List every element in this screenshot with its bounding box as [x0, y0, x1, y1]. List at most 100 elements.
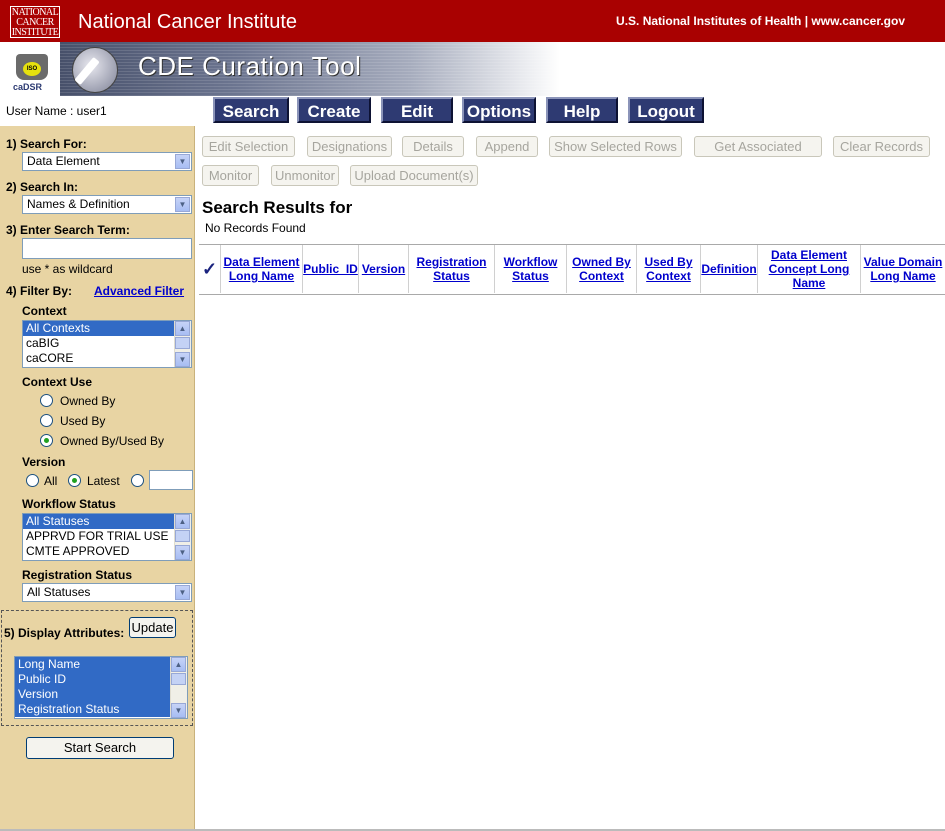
results-table: ✓ Data Element Long Name Public_ID Versi… — [199, 244, 945, 295]
unmonitor-button[interactable]: Unmonitor — [271, 165, 339, 186]
used-by-radio[interactable] — [40, 414, 53, 427]
list-item[interactable]: Long Name — [15, 657, 187, 672]
nci-logo[interactable]: NATIONAL CANCER INSTITUTE — [10, 6, 60, 38]
scroll-down-icon[interactable]: ▼ — [175, 352, 190, 367]
list-item[interactable]: caCORE — [23, 351, 191, 366]
workflow-status-label: Workflow Status — [22, 497, 116, 511]
search-in-label: 2) Search In: — [6, 180, 79, 194]
search-for-label: 1) Search For: — [6, 137, 87, 151]
scroll-up-icon[interactable]: ▲ — [171, 657, 186, 672]
upload-documents-button[interactable]: Upload Document(s) — [350, 165, 478, 186]
search-term-input[interactable] — [22, 238, 192, 259]
search-for-select[interactable]: Data Element ▼ — [22, 152, 192, 171]
menu-options-button[interactable]: Options — [462, 97, 536, 123]
scrollbar[interactable]: ▲ ▼ — [170, 657, 187, 718]
version-custom-radio[interactable] — [131, 474, 144, 487]
column-header[interactable]: Data Element Concept Long Name — [758, 245, 861, 293]
results-title: Search Results for — [202, 198, 353, 217]
context-listbox[interactable]: All Contexts caBIG caCORE ▲ ▼ — [22, 320, 192, 368]
scroll-down-icon[interactable]: ▼ — [175, 545, 190, 560]
owned-used-by-radio[interactable] — [40, 434, 53, 447]
iso-badge: ISO — [23, 62, 41, 76]
app-banner: ISO caDSR CDE Curation Tool — [0, 42, 945, 96]
cadsr-logo[interactable]: ISO caDSR — [8, 44, 58, 94]
column-header[interactable]: Value Domain Long Name — [861, 245, 945, 293]
nci-header: NATIONAL CANCER INSTITUTE National Cance… — [0, 0, 945, 42]
column-header[interactable]: Used By Context — [637, 245, 701, 293]
column-header[interactable]: Workflow Status — [495, 245, 567, 293]
column-header[interactable]: Definition — [701, 245, 758, 293]
details-button[interactable]: Details — [402, 136, 464, 157]
start-search-button[interactable]: Start Search — [26, 737, 174, 759]
designations-button[interactable]: Designations — [307, 136, 392, 157]
menu-create-button[interactable]: Create — [297, 97, 371, 123]
version-input[interactable] — [149, 470, 193, 490]
list-item[interactable]: CMTE APPROVED — [23, 544, 191, 559]
list-item[interactable]: APPRVD FOR TRIAL USE — [23, 529, 191, 544]
owned-used-by-label: Owned By/Used By — [60, 434, 165, 448]
update-button[interactable]: Update — [129, 617, 176, 638]
wildcard-hint: use * as wildcard — [22, 262, 113, 276]
list-item[interactable]: caBIG — [23, 336, 191, 351]
version-latest-label: Latest — [87, 474, 120, 488]
scroll-down-icon[interactable]: ▼ — [171, 703, 186, 718]
column-header[interactable]: Data Element Long Name — [221, 245, 303, 293]
search-in-select[interactable]: Names & Definition ▼ — [22, 195, 192, 214]
column-header[interactable]: Version — [359, 245, 409, 293]
get-associated-button[interactable]: Get Associated — [694, 136, 822, 157]
list-item[interactable]: All Contexts — [23, 321, 191, 336]
nci-title[interactable]: National Cancer Institute — [78, 11, 297, 34]
context-label: Context — [22, 304, 67, 318]
list-item[interactable]: All Statuses — [23, 514, 191, 529]
display-attributes-label: 5) Display Attributes: — [4, 626, 125, 640]
select-all-check-icon[interactable]: ✓ — [199, 245, 221, 293]
curation-tool-icon — [72, 47, 118, 93]
search-sidebar: 1) Search For: Data Element ▼ 2) Search … — [0, 126, 195, 831]
menu-logout-button[interactable]: Logout — [628, 97, 704, 123]
advanced-filter-link[interactable]: Advanced Filter — [94, 284, 184, 298]
workflow-status-listbox[interactable]: All Statuses APPRVD FOR TRIAL USE CMTE A… — [22, 513, 192, 561]
column-header[interactable]: Registration Status — [409, 245, 495, 293]
version-label: Version — [22, 455, 66, 469]
registration-status-label: Registration Status — [22, 568, 133, 582]
list-item[interactable]: Registration Status — [15, 702, 187, 717]
edit-selection-button[interactable]: Edit Selection — [202, 136, 295, 157]
scroll-thumb[interactable] — [175, 337, 190, 349]
show-selected-rows-button[interactable]: Show Selected Rows — [549, 136, 682, 157]
clear-records-button[interactable]: Clear Records — [833, 136, 930, 157]
no-records-message: No Records Found — [205, 221, 306, 235]
list-item[interactable]: Version — [15, 687, 187, 702]
column-header[interactable]: Public_ID — [303, 245, 359, 293]
append-button[interactable]: Append — [476, 136, 538, 157]
nci-logo-line: INSTITUTE — [11, 27, 59, 38]
chevron-down-icon[interactable]: ▼ — [175, 197, 190, 212]
scrollbar[interactable]: ▲ ▼ — [174, 321, 191, 367]
scroll-up-icon[interactable]: ▲ — [175, 321, 190, 336]
scroll-thumb[interactable] — [175, 530, 190, 542]
registration-status-value: All Statuses — [27, 585, 91, 599]
column-header[interactable]: Owned By Context — [567, 245, 637, 293]
menu-help-button[interactable]: Help — [546, 97, 618, 123]
owned-by-radio[interactable] — [40, 394, 53, 407]
chevron-down-icon[interactable]: ▼ — [175, 154, 190, 169]
menu-edit-button[interactable]: Edit — [381, 97, 453, 123]
display-attributes-listbox[interactable]: Long Name Public ID Version Registration… — [14, 656, 188, 719]
version-latest-radio[interactable] — [68, 474, 81, 487]
list-item[interactable]: Public ID — [15, 672, 187, 687]
menu-search-button[interactable]: Search — [213, 97, 289, 123]
scroll-thumb[interactable] — [171, 673, 186, 685]
used-by-label: Used By — [60, 414, 106, 428]
chevron-down-icon[interactable]: ▼ — [175, 585, 190, 600]
monitor-button[interactable]: Monitor — [202, 165, 259, 186]
user-name: User Name : user1 — [6, 104, 107, 118]
scroll-up-icon[interactable]: ▲ — [175, 514, 190, 529]
scrollbar[interactable]: ▲ ▼ — [174, 514, 191, 560]
version-all-label: All — [44, 474, 58, 488]
registration-status-select[interactable]: All Statuses ▼ — [22, 583, 192, 602]
nih-link[interactable]: U.S. National Institutes of Health | www… — [616, 14, 905, 28]
cadsr-logo-text: caDSR — [13, 82, 43, 92]
owned-by-label: Owned By — [60, 394, 116, 408]
app-title: CDE Curation Tool — [138, 51, 362, 81]
filter-by-label: 4) Filter By: — [6, 284, 73, 298]
version-all-radio[interactable] — [26, 474, 39, 487]
